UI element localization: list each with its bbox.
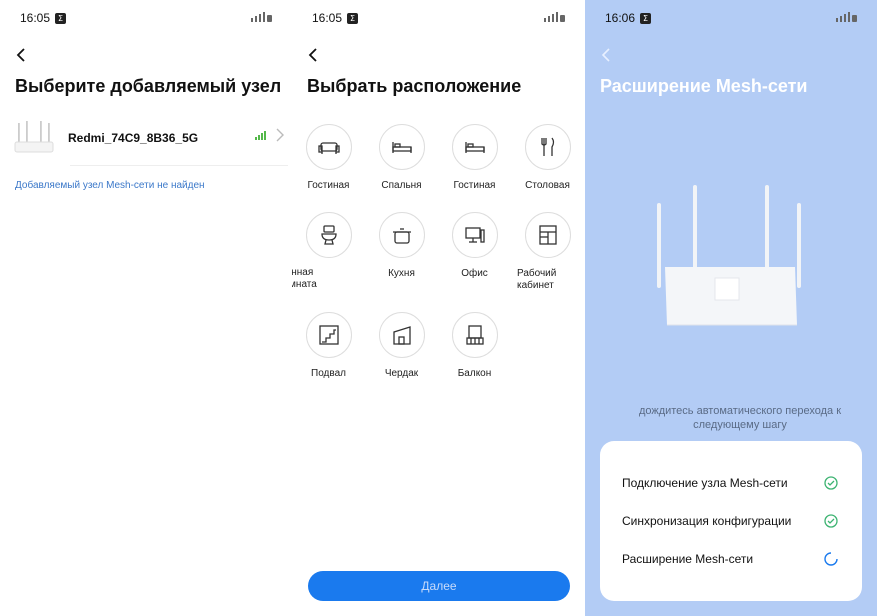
router-icon bbox=[12, 120, 56, 156]
sofa-icon bbox=[317, 142, 340, 154]
location-label: Ванная комната bbox=[292, 267, 317, 290]
check-circle-icon bbox=[824, 514, 838, 528]
signal-strength-icon bbox=[255, 130, 266, 140]
notification-icon: Σ bbox=[55, 12, 67, 24]
select-node-screen: 16:05 Σ Выберите добавляемый узел Redmi_… bbox=[0, 0, 292, 616]
balcony-icon bbox=[465, 325, 484, 345]
node-name: Redmi_74C9_8B36_5G bbox=[68, 131, 199, 145]
location-label: Гостиная bbox=[453, 180, 496, 191]
step-label: Расширение Mesh-сети bbox=[622, 552, 754, 566]
page-title: Выберите добавляемый узел bbox=[15, 76, 282, 96]
location-balcony[interactable]: Балкон bbox=[438, 312, 511, 380]
location-label: Подвал bbox=[311, 368, 346, 379]
divider bbox=[70, 165, 288, 166]
back-arrow-icon[interactable] bbox=[597, 44, 617, 66]
attic-icon bbox=[392, 326, 411, 345]
next-button[interactable]: Далее bbox=[308, 571, 570, 601]
location-label: Чердак bbox=[384, 368, 419, 379]
location-basement[interactable]: Подвал bbox=[292, 312, 365, 380]
bed-icon bbox=[464, 142, 485, 153]
chevron-right-icon bbox=[276, 128, 284, 142]
progress-card: Подключение узла Mesh-сети Синхронизация… bbox=[600, 441, 862, 601]
location-study[interactable]: Рабочий кабинет bbox=[511, 212, 584, 292]
notification-icon: Σ bbox=[640, 12, 652, 24]
status-bar: 16:06 Σ bbox=[605, 10, 857, 26]
location-label: Спальня bbox=[381, 180, 422, 191]
node-list-item[interactable]: Redmi_74C9_8B36_5G bbox=[12, 116, 288, 160]
wait-text: дождитесь автоматического перехода к сле… bbox=[638, 405, 842, 431]
step-label: Подключение узла Mesh-сети bbox=[622, 476, 788, 490]
location-bathroom[interactable]: Ванная комната bbox=[292, 212, 365, 291]
status-time: 16:05 bbox=[20, 11, 51, 25]
bed-icon bbox=[391, 142, 412, 153]
node-not-found-link[interactable]: Добавляемый узел Mesh-сети не найден bbox=[15, 180, 205, 191]
page-title: Выбрать расположение bbox=[307, 76, 522, 96]
router-image bbox=[657, 185, 801, 326]
pot-icon bbox=[392, 228, 411, 244]
location-label: Гостиная bbox=[307, 180, 350, 191]
cabinet-icon bbox=[538, 225, 557, 245]
location-label: Кухня bbox=[388, 268, 415, 279]
signal-icon bbox=[836, 12, 857, 22]
status-bar: 16:05 Σ bbox=[312, 10, 565, 26]
status-bar: 16:05 Σ bbox=[20, 10, 272, 26]
stairs-icon bbox=[318, 325, 339, 345]
loading-spinner-icon bbox=[824, 552, 838, 566]
page-title: Расширение Mesh-сети bbox=[600, 76, 808, 96]
check-circle-icon bbox=[824, 476, 838, 490]
location-label: Столовая bbox=[525, 180, 570, 191]
back-arrow-icon[interactable] bbox=[304, 44, 324, 66]
back-arrow-icon[interactable] bbox=[12, 44, 32, 66]
step-label: Синхронизация конфигурации bbox=[622, 514, 792, 528]
location-label: Офис bbox=[461, 268, 488, 279]
location-bedroom[interactable]: Спальня bbox=[365, 124, 438, 192]
location-label: Рабочий кабинет bbox=[517, 268, 557, 291]
toilet-icon bbox=[320, 225, 337, 245]
select-location-screen: 16:05 Σ Выбрать расположение Гостиная Сп… bbox=[292, 0, 585, 616]
signal-icon bbox=[251, 12, 272, 22]
location-kitchen[interactable]: Кухня bbox=[365, 212, 438, 280]
cutlery-icon bbox=[540, 137, 554, 156]
computer-icon bbox=[464, 227, 485, 243]
location-living-room-2[interactable]: Гостиная bbox=[438, 124, 511, 192]
location-living-room[interactable]: Гостиная bbox=[292, 124, 365, 192]
status-time: 16:06 bbox=[605, 11, 636, 25]
location-office[interactable]: Офис bbox=[438, 212, 511, 280]
signal-icon bbox=[544, 12, 565, 22]
notification-icon: Σ bbox=[347, 12, 359, 24]
wait-message: дождитесь автоматического перехода к сле… bbox=[585, 404, 877, 432]
status-time: 16:05 bbox=[312, 11, 343, 25]
location-attic[interactable]: Чердак bbox=[365, 312, 438, 380]
location-label: Балкон bbox=[457, 368, 492, 379]
mesh-expansion-screen: 16:06 Σ Расширение Mesh-сети дождитесь а… bbox=[585, 0, 877, 616]
location-dining-room[interactable]: Столовая bbox=[511, 124, 584, 192]
